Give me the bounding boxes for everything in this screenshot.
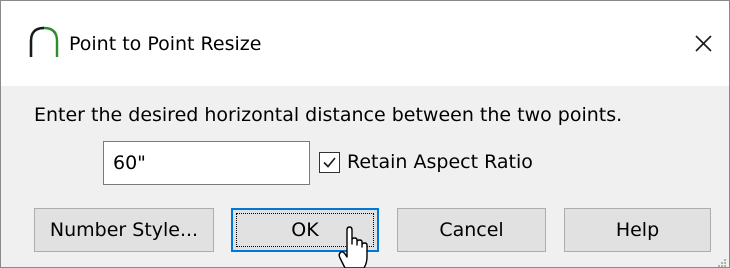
resize-grip-icon[interactable] [715, 253, 727, 267]
window-title: Point to Point Resize [69, 33, 262, 55]
checkmark-icon [323, 157, 336, 168]
cancel-button[interactable]: Cancel [397, 208, 546, 252]
dialog-content: Enter the desired horizontal distance be… [1, 86, 729, 267]
distance-input[interactable] [103, 141, 310, 185]
close-icon [695, 35, 712, 52]
retain-aspect-ratio-checkbox[interactable] [319, 152, 340, 173]
ok-button[interactable]: OK [231, 208, 379, 252]
point-to-point-resize-dialog: Point to Point Resize Enter the desired … [0, 0, 730, 268]
focus-rectangle [236, 213, 374, 247]
close-button[interactable] [687, 27, 719, 59]
number-style-button[interactable]: Number Style... [34, 208, 214, 252]
prompt-text: Enter the desired horizontal distance be… [34, 104, 623, 126]
cancel-button-label: Cancel [439, 219, 504, 241]
help-button-label: Help [615, 219, 660, 241]
number-style-button-label: Number Style... [49, 219, 199, 241]
retain-aspect-ratio-label[interactable]: Retain Aspect Ratio [347, 150, 533, 174]
title-bar[interactable]: Point to Point Resize [1, 1, 729, 86]
arch-icon [27, 25, 61, 59]
help-button[interactable]: Help [564, 208, 711, 252]
